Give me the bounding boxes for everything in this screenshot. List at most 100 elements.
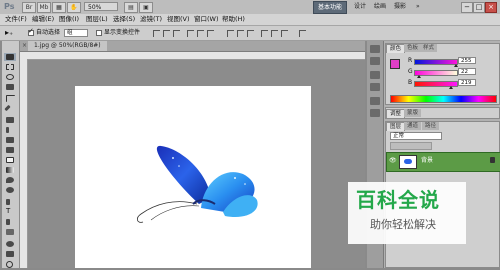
arrange-documents-button[interactable]: ▤: [124, 2, 138, 13]
history-brush-tool-icon[interactable]: [4, 146, 16, 154]
hand-tool-icon[interactable]: [4, 250, 16, 258]
auto-align-layers-icon[interactable]: [298, 29, 306, 37]
document-tab-bar: × 1.jpg @ 50%(RGB/8#): [20, 41, 365, 52]
brush-tool-icon[interactable]: [4, 126, 16, 134]
watermark-title: 百科全说: [356, 188, 440, 212]
align-hcenter-icon[interactable]: [196, 29, 204, 37]
channel-b-value[interactable]: 219: [458, 79, 476, 86]
tab-adjustments[interactable]: 调整: [386, 109, 406, 118]
path-selection-tool-icon[interactable]: [4, 218, 16, 226]
tab-masks[interactable]: 蒙版: [404, 109, 422, 117]
show-transform-label: 显示变换控件: [104, 29, 141, 36]
layer-row[interactable]: 👁 背景: [386, 152, 500, 172]
layer-lock-controls[interactable]: [390, 142, 432, 150]
menu-image[interactable]: 图像(I): [59, 14, 79, 25]
tab-swatches[interactable]: 色板: [404, 44, 422, 52]
clone-stamp-tool-icon[interactable]: [4, 136, 16, 144]
workspace-painting[interactable]: 绘画: [370, 1, 390, 12]
distribute-hcenter-icon[interactable]: [270, 29, 278, 37]
align-vcenter-icon[interactable]: [162, 29, 170, 37]
history-panel-icon[interactable]: [370, 45, 380, 53]
menu-edit[interactable]: 编辑(E): [32, 14, 54, 25]
close-document-icon[interactable]: ×: [22, 41, 27, 51]
distribute-bottom-icon[interactable]: [246, 29, 254, 37]
minimize-icon[interactable]: −: [461, 2, 473, 13]
3d-rotate-tool-icon[interactable]: [4, 240, 16, 248]
channel-b-thumb[interactable]: [449, 86, 453, 89]
align-left-icon[interactable]: [186, 29, 194, 37]
gradient-tool-icon[interactable]: [4, 166, 16, 174]
document-tab[interactable]: 1.jpg @ 50%(RGB/8#): [28, 41, 107, 51]
foreground-color-swatch[interactable]: [390, 59, 400, 69]
blend-mode-select[interactable]: 正常: [390, 132, 442, 140]
zoom-tool-icon[interactable]: [4, 260, 16, 268]
tab-paths[interactable]: 路径: [422, 122, 440, 130]
document-canvas[interactable]: [75, 86, 311, 268]
distribute-right-icon[interactable]: [280, 29, 288, 37]
tab-color[interactable]: 颜色: [386, 44, 406, 53]
tab-layers[interactable]: 图层: [386, 122, 406, 131]
paragraph-panel-icon[interactable]: [370, 109, 380, 117]
pen-tool-icon[interactable]: [4, 198, 16, 206]
distribute-top-icon[interactable]: [226, 29, 234, 37]
marquee-tool-icon[interactable]: [4, 63, 16, 71]
lasso-tool-icon[interactable]: [4, 73, 16, 81]
zoom-level-select[interactable]: 50%: [84, 2, 118, 11]
eyedropper-tool-icon[interactable]: [4, 104, 16, 112]
menu-filter[interactable]: 滤镜(T): [140, 14, 162, 25]
channel-r-value[interactable]: 255: [458, 57, 476, 64]
horizontal-ruler[interactable]: [20, 52, 365, 60]
healing-brush-tool-icon[interactable]: [4, 116, 16, 124]
type-tool-icon[interactable]: T: [4, 208, 16, 216]
maximize-icon[interactable]: □: [473, 2, 485, 13]
channel-g-value[interactable]: 22: [458, 68, 476, 75]
align-right-icon[interactable]: [206, 29, 214, 37]
align-bottom-icon[interactable]: [172, 29, 180, 37]
crop-tool-icon[interactable]: [4, 94, 16, 102]
view-extras-button[interactable]: ▦: [52, 2, 66, 13]
eye-icon[interactable]: 👁: [389, 158, 397, 164]
dodge-tool-icon[interactable]: [4, 186, 16, 194]
align-top-icon[interactable]: [152, 29, 160, 37]
tab-styles[interactable]: 样式: [420, 44, 438, 52]
actions-panel-icon[interactable]: [370, 57, 380, 65]
screen-mode-button[interactable]: ▣: [139, 2, 153, 13]
menu-help[interactable]: 帮助(H): [222, 14, 245, 25]
workspace-photography[interactable]: 摄影: [390, 1, 410, 12]
photoshop-logo: Ps: [4, 2, 15, 11]
minibridge-button[interactable]: Mb: [37, 2, 51, 13]
channel-g-thumb[interactable]: [417, 75, 421, 78]
vertical-ruler[interactable]: [20, 59, 28, 268]
auto-select-target-select[interactable]: 组: [64, 29, 88, 37]
close-icon[interactable]: ×: [485, 2, 497, 13]
workspace-more-icon[interactable]: »: [412, 1, 424, 12]
menu-select[interactable]: 选择(S): [113, 14, 135, 25]
menu-view[interactable]: 视图(V): [167, 14, 190, 25]
distribute-left-icon[interactable]: [260, 29, 268, 37]
layer-name[interactable]: 背景: [421, 157, 433, 165]
move-tool-icon[interactable]: [4, 53, 16, 61]
auto-select-checkbox[interactable]: [28, 27, 34, 36]
channel-r-slider[interactable]: [414, 59, 458, 65]
tools-panel: T: [2, 41, 20, 268]
channel-r-thumb[interactable]: [454, 64, 458, 67]
bridge-button[interactable]: Br: [22, 2, 36, 13]
clone-source-panel-icon[interactable]: [370, 83, 380, 91]
menu-layer[interactable]: 图层(L): [86, 14, 108, 25]
move-tool-preset-icon[interactable]: ▸₊: [5, 28, 23, 38]
color-spectrum-bar[interactable]: [390, 95, 497, 103]
blur-tool-icon[interactable]: [4, 176, 16, 184]
hand-tool-button[interactable]: ✋: [67, 2, 81, 13]
quick-select-tool-icon[interactable]: [4, 83, 16, 91]
show-transform-checkbox[interactable]: [96, 30, 102, 36]
menu-window[interactable]: 窗口(W): [194, 14, 219, 25]
brush-panel-icon[interactable]: [370, 71, 380, 79]
workspace-design[interactable]: 设计: [350, 1, 370, 12]
workspace-essentials[interactable]: 基本功能: [313, 1, 348, 14]
character-panel-icon[interactable]: [370, 97, 380, 105]
shape-tool-icon[interactable]: [4, 228, 16, 236]
distribute-vcenter-icon[interactable]: [236, 29, 244, 37]
tab-channels[interactable]: 通道: [404, 122, 422, 130]
menu-file[interactable]: 文件(F): [5, 14, 27, 25]
eraser-tool-icon[interactable]: [4, 156, 16, 164]
